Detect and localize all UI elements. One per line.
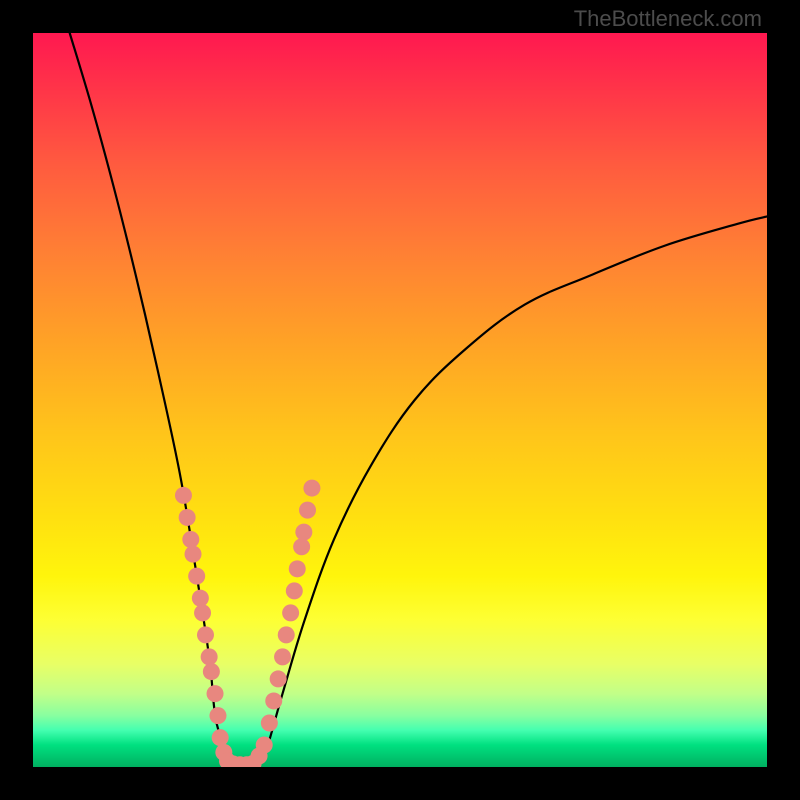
data-point (261, 714, 278, 731)
data-point (289, 560, 306, 577)
data-point (207, 685, 224, 702)
data-point (270, 670, 287, 687)
data-point (212, 729, 229, 746)
bottleneck-curve (70, 33, 767, 766)
data-point (192, 590, 209, 607)
data-point (175, 487, 192, 504)
data-point (203, 663, 220, 680)
chart-frame: TheBottleneck.com (0, 0, 800, 800)
data-point-cluster (175, 480, 320, 767)
data-point (182, 531, 199, 548)
data-point (194, 604, 211, 621)
data-point (295, 524, 312, 541)
data-point (303, 480, 320, 497)
watermark-label: TheBottleneck.com (574, 6, 762, 32)
data-point (188, 568, 205, 585)
data-point (299, 502, 316, 519)
data-point (293, 538, 310, 555)
data-point (179, 509, 196, 526)
data-point (286, 582, 303, 599)
data-point (274, 648, 291, 665)
plot-area (33, 33, 767, 767)
data-point (209, 707, 226, 724)
chart-svg (33, 33, 767, 767)
data-point (197, 626, 214, 643)
data-point (201, 648, 218, 665)
bottleneck-curve-path (70, 33, 767, 766)
data-point (265, 692, 282, 709)
data-point (278, 626, 295, 643)
data-point (256, 736, 273, 753)
data-point (185, 546, 202, 563)
data-point (282, 604, 299, 621)
